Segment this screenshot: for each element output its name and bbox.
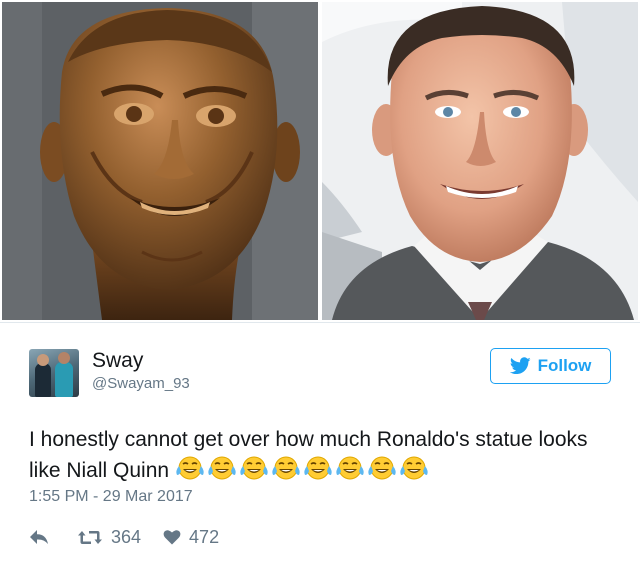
reply-icon <box>30 530 48 544</box>
tweet-media <box>0 0 640 322</box>
follow-button[interactable]: Follow <box>490 348 611 384</box>
tweet-text: I honestly cannot get over how much Rona… <box>29 425 619 486</box>
tears-of-joy-emoji <box>240 456 268 480</box>
like-count: 472 <box>189 526 220 547</box>
tweet-actions: 364 472 <box>29 525 219 549</box>
statue-bust-illustration <box>2 2 318 320</box>
emoji-row <box>175 455 429 481</box>
tweet-timestamp[interactable]: 1:55 PM - 29 Mar 2017 <box>29 487 193 507</box>
user-handle[interactable]: @Swayam_93 <box>92 375 190 393</box>
tears-of-joy-emoji <box>368 456 396 480</box>
statue-bust-photo[interactable] <box>2 2 318 320</box>
tears-of-joy-emoji <box>336 456 364 480</box>
man-in-suit-photo[interactable] <box>322 2 638 320</box>
tears-of-joy-emoji <box>304 456 332 480</box>
man-portrait-illustration <box>322 2 638 320</box>
heart-icon <box>163 530 181 545</box>
retweet-button[interactable]: 364 <box>77 527 141 548</box>
tears-of-joy-emoji <box>272 456 300 480</box>
tears-of-joy-emoji <box>208 456 236 480</box>
retweet-count: 364 <box>111 526 142 547</box>
twitter-bird-icon <box>509 357 531 375</box>
reply-button[interactable] <box>29 529 49 545</box>
like-button[interactable]: 472 <box>163 527 219 548</box>
tears-of-joy-emoji <box>176 456 204 480</box>
user-display-name[interactable]: Sway <box>92 349 143 373</box>
avatar[interactable] <box>29 349 79 397</box>
tears-of-joy-emoji <box>400 456 428 480</box>
follow-label: Follow <box>537 356 592 375</box>
retweet-icon <box>78 530 102 544</box>
